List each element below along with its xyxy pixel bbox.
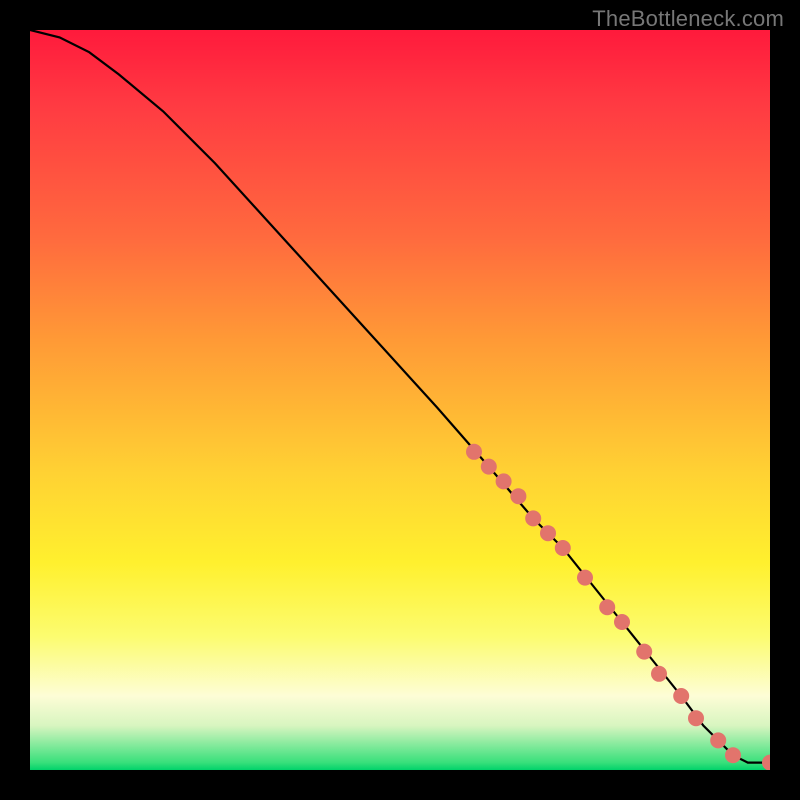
scatter-points-group — [466, 444, 770, 770]
scatter-point — [599, 599, 615, 615]
scatter-point — [466, 444, 482, 460]
scatter-point — [710, 732, 726, 748]
scatter-point — [673, 688, 689, 704]
scatter-point — [540, 525, 556, 541]
watermark-text: TheBottleneck.com — [592, 6, 784, 32]
scatter-point — [688, 710, 704, 726]
scatter-point — [614, 614, 630, 630]
scatter-point — [762, 755, 770, 770]
scatter-point — [555, 540, 571, 556]
scatter-point — [525, 510, 541, 526]
scatter-point — [651, 666, 667, 682]
chart-frame: TheBottleneck.com — [0, 0, 800, 800]
curve-layer — [30, 30, 770, 770]
plot-area — [30, 30, 770, 770]
bottleneck-curve-line — [30, 30, 770, 763]
scatter-point — [577, 570, 593, 586]
scatter-point — [725, 747, 741, 763]
scatter-point — [636, 644, 652, 660]
scatter-point — [510, 488, 526, 504]
scatter-point — [481, 459, 497, 475]
scatter-point — [496, 473, 512, 489]
